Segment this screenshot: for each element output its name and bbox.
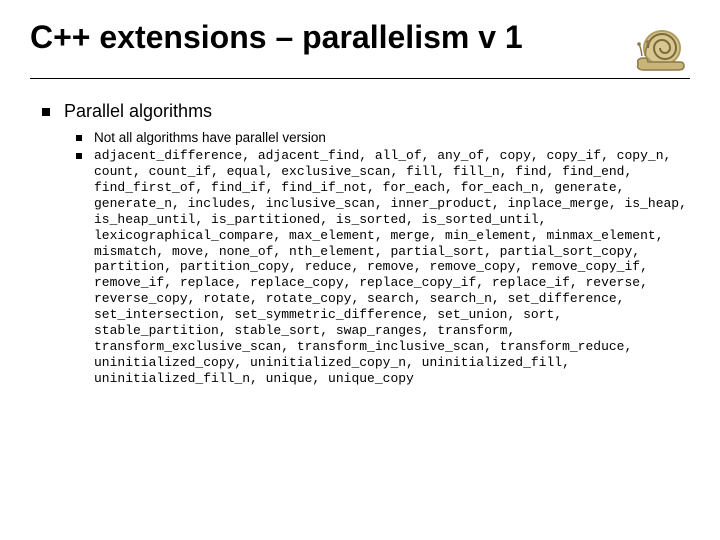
- content-area: Parallel algorithms Not all algorithms h…: [30, 101, 690, 386]
- algorithm-list: adjacent_difference, adjacent_find, all_…: [94, 148, 690, 386]
- note-text: Not all algorithms have parallel version: [94, 130, 326, 146]
- bullet-icon: [42, 108, 50, 116]
- bullet-level2-algorithms: adjacent_difference, adjacent_find, all_…: [76, 148, 690, 386]
- title-underline: [30, 78, 690, 79]
- slide-title: C++ extensions – parallelism v 1: [30, 18, 622, 56]
- sublist: Not all algorithms have parallel version…: [42, 130, 690, 386]
- bullet-icon: [76, 153, 82, 159]
- snail-icon: [630, 20, 690, 74]
- level1-text: Parallel algorithms: [64, 101, 212, 122]
- bullet-level2-note: Not all algorithms have parallel version: [76, 130, 690, 146]
- bullet-level1: Parallel algorithms: [42, 101, 690, 122]
- bullet-icon: [76, 135, 82, 141]
- title-row: C++ extensions – parallelism v 1: [30, 18, 690, 74]
- slide: C++ extensions – parallelism v 1 Paralle…: [0, 0, 720, 408]
